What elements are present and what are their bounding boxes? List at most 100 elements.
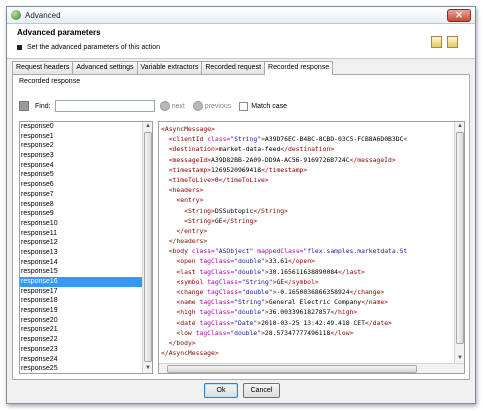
list-item[interactable]: response15	[20, 267, 142, 277]
xml-token: tagClass=	[195, 328, 231, 337]
xml-token: <entry>	[176, 196, 204, 205]
list-item[interactable]: response21	[20, 325, 142, 335]
xml-token	[161, 247, 169, 255]
xml-line: <name tagClass="String">General Electric…	[161, 297, 453, 307]
xml-token	[161, 237, 169, 245]
xml-line: <low tagClass="double">28.57347777496118…	[161, 328, 453, 338]
xml-token: 1269520969418	[211, 165, 262, 174]
xml-line: <entry>	[161, 195, 453, 205]
list-item[interactable]: response10	[20, 219, 142, 229]
xml-token: tagClass=	[199, 308, 235, 317]
list-item[interactable]: response20	[20, 316, 142, 326]
ok-button[interactable]: Ok	[204, 383, 238, 398]
xml-token: </entry>	[176, 226, 208, 235]
list-item[interactable]: response9	[20, 209, 142, 219]
match-case-checkbox[interactable]	[239, 101, 249, 111]
xml-line: <body class="ASObject" mappedClass="flex…	[161, 246, 453, 256]
xml-token: </open>	[288, 257, 315, 266]
list-item[interactable]: response14	[20, 258, 142, 268]
xml-token: <change	[176, 288, 208, 296]
xml-token: </destination>	[280, 145, 335, 154]
next-icon[interactable]	[159, 101, 170, 111]
xml-line: <last tagClass="double">30.1656116388900…	[161, 267, 453, 277]
xml-line: <headers>	[161, 185, 453, 195]
xml-line: </body>	[161, 338, 453, 348]
response-list-scrollbar[interactable]: ▲ ▼	[142, 122, 152, 373]
tab-variable-extractors[interactable]: Variable extractors	[136, 61, 203, 74]
list-item[interactable]: response22	[20, 335, 142, 345]
list-item[interactable]: response13	[20, 248, 142, 258]
xml-token	[161, 308, 176, 316]
tab-bar: Request headers Advanced settings Variab…	[12, 61, 334, 75]
xml-line: <clientId class="String">A39D76EC-B4BC-8…	[161, 134, 453, 144]
list-item[interactable]: response1	[20, 132, 142, 142]
find-label: Find:	[35, 102, 51, 110]
previous-button[interactable]: previous	[205, 103, 231, 110]
find-input[interactable]	[54, 100, 155, 112]
list-item[interactable]: response2	[20, 141, 142, 151]
previous-icon[interactable]	[192, 101, 203, 111]
header-title: Advanced parameters	[17, 28, 101, 37]
list-item[interactable]: response3	[20, 151, 142, 161]
list-item[interactable]: response7	[20, 190, 142, 200]
xml-line: <open tagClass="double">33.61</open>	[161, 256, 453, 266]
xml-horizontal-scrollbar[interactable]	[159, 363, 464, 373]
list-item[interactable]: response8	[20, 200, 142, 210]
scroll-down-icon[interactable]: ▼	[143, 364, 152, 373]
list-item[interactable]: response24	[20, 355, 142, 365]
tab-recorded-request[interactable]: Recorded request	[201, 61, 266, 74]
xml-token: </high>	[330, 308, 358, 317]
list-item[interactable]: response11	[20, 229, 142, 239]
xml-token	[161, 298, 176, 306]
scrollbar-thumb[interactable]	[456, 132, 464, 344]
xml-token: 36.0033961827857	[268, 308, 331, 317]
recorded-response-panel: Recorded response Find: next previous Ma…	[12, 74, 470, 380]
xml-line: <high tagClass="double">36.0033961827857…	[161, 307, 453, 317]
xml-token: <open	[176, 257, 200, 266]
response-xml-viewer[interactable]: <AsyncMessage> <clientId class="String">…	[158, 121, 465, 374]
scroll-down-icon[interactable]: ▼	[455, 354, 464, 363]
xml-token: <timeToLive>	[168, 175, 215, 184]
xml-token	[161, 135, 169, 143]
xml-vertical-scrollbar[interactable]: ▲ ▼	[454, 122, 464, 363]
xml-token: mappedClass=	[257, 247, 304, 256]
list-item[interactable]: response0	[20, 122, 142, 132]
import-icon[interactable]	[431, 36, 442, 48]
cancel-button[interactable]: Cancel	[243, 383, 280, 398]
next-button[interactable]: next	[172, 103, 185, 110]
list-item[interactable]: response19	[20, 306, 142, 316]
xml-token: GE	[276, 277, 285, 286]
list-item[interactable]: response5	[20, 170, 142, 180]
xml-token	[161, 207, 184, 215]
xml-token: <timestamp>	[168, 165, 212, 174]
scroll-up-icon[interactable]: ▲	[143, 122, 152, 131]
xml-token: tagClass=	[207, 277, 242, 286]
list-item[interactable]: response4	[20, 161, 142, 171]
title-bar[interactable]: Advanced ✕	[7, 7, 475, 24]
scrollbar-thumb[interactable]	[167, 365, 417, 373]
response-list[interactable]: response0 response1 response2 response3 resp…	[19, 121, 153, 374]
xml-token: </last>	[338, 267, 365, 276]
list-item[interactable]: response16	[20, 277, 142, 287]
response-list-items: response0 response1 response2 response3 resp…	[20, 122, 142, 373]
scrollbar-thumb[interactable]	[144, 132, 152, 362]
list-item[interactable]: response25	[20, 364, 142, 373]
export-icon[interactable]	[447, 36, 458, 48]
tab-recorded-response[interactable]: Recorded response	[264, 61, 334, 75]
xml-token: </change>	[349, 288, 385, 296]
close-button[interactable]: ✕	[447, 9, 471, 22]
list-item[interactable]: response23	[20, 345, 142, 355]
xml-line: </headers>	[161, 236, 453, 246]
xml-token: <headers>	[168, 186, 204, 195]
xml-line: </AsyncMessage>	[161, 348, 453, 358]
list-item[interactable]: response18	[20, 296, 142, 306]
list-item[interactable]: response6	[20, 180, 142, 190]
bullet-icon	[17, 45, 22, 50]
xml-line: <String>DSSubtopic</String>	[161, 206, 453, 216]
scroll-up-icon[interactable]: ▲	[455, 122, 464, 131]
list-item[interactable]: response17	[20, 287, 142, 297]
tab-request-headers[interactable]: Request headers	[12, 61, 74, 74]
list-item[interactable]: response12	[20, 238, 142, 248]
tab-advanced-settings[interactable]: Advanced settings	[72, 61, 138, 74]
xml-line: <date tagClass="Date">2010-03-25 13:42:4…	[161, 318, 453, 328]
